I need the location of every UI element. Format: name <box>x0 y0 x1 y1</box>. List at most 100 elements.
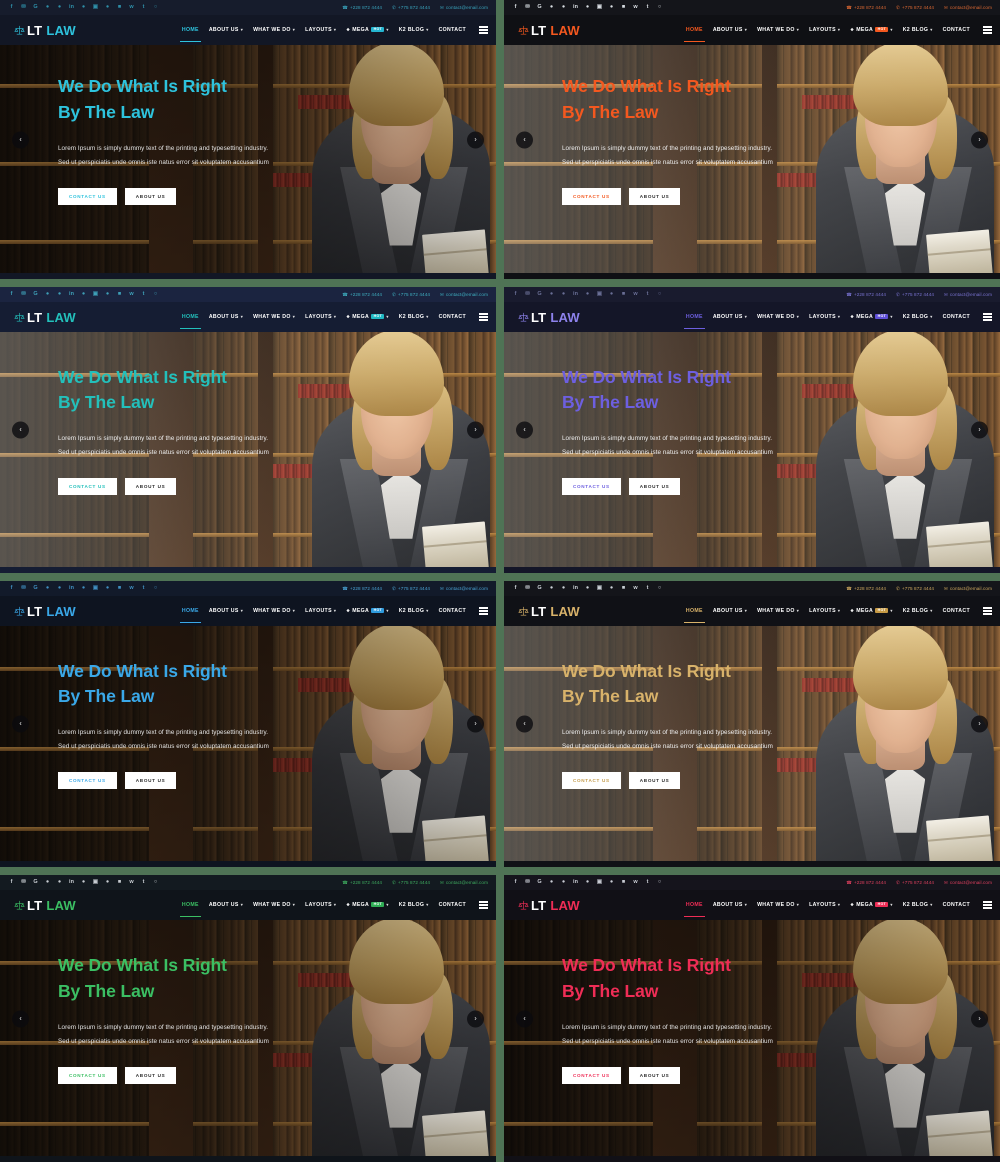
twitter-icon[interactable]: ✉ <box>20 4 27 11</box>
about-us-button[interactable]: ABOUT US <box>124 772 177 790</box>
nav-item-contact[interactable]: CONTACT <box>439 314 466 321</box>
slider-next-arrow[interactable]: › <box>467 1010 484 1027</box>
instagram-icon[interactable]: ▣ <box>92 879 99 886</box>
slider-next-arrow[interactable]: › <box>467 131 484 148</box>
nav-item-contact[interactable]: CONTACT <box>439 608 466 615</box>
nav-item-mega[interactable]: ❖ MEGA HOT ▾ <box>850 27 892 34</box>
facebook-icon[interactable]: f <box>512 4 519 11</box>
site-logo[interactable]: LT LAW <box>14 604 76 619</box>
nav-item-home[interactable]: HOME <box>179 902 201 917</box>
pinterest-icon[interactable]: ● <box>548 4 555 11</box>
tumblr-icon[interactable]: t <box>644 585 651 592</box>
contact-us-button[interactable]: CONTACT US <box>58 1066 117 1084</box>
nav-item-contact[interactable]: CONTACT <box>943 902 970 909</box>
nav-item-what-we-do[interactable]: WHAT WE DO ▾ <box>253 314 295 321</box>
nav-item-mega[interactable]: ❖ MEGA HOT ▾ <box>850 902 892 909</box>
twitter-icon[interactable]: ✉ <box>524 879 531 886</box>
facebook-icon[interactable]: f <box>8 291 15 298</box>
nav-item-contact[interactable]: CONTACT <box>439 902 466 909</box>
nav-item-what-we-do[interactable]: WHAT WE DO ▾ <box>253 608 295 615</box>
linkedin-icon[interactable]: in <box>68 585 75 592</box>
template-preview-v1[interactable]: f ✉ G ● ● in ● ▣ ● ■ w t ○ ☎ +228 872 4444 ✆ +775 872 44… <box>0 0 496 279</box>
nav-item-contact[interactable]: CONTACT <box>943 27 970 34</box>
whatsapp-icon[interactable]: ○ <box>656 879 663 886</box>
mobile-link[interactable]: ✆ +775 872 4444 <box>896 880 934 886</box>
instagram-icon[interactable]: ▣ <box>596 291 603 298</box>
phone-link[interactable]: ☎ +228 872 4444 <box>342 880 382 886</box>
nav-item-about-us[interactable]: ABOUT US ▾ <box>209 902 243 909</box>
google-plus-icon[interactable]: G <box>32 4 39 11</box>
nav-item-k2-blog[interactable]: K2 BLOG ▾ <box>903 902 933 909</box>
dribbble-icon[interactable]: ● <box>56 291 63 298</box>
nav-item-home[interactable]: HOME <box>179 314 201 329</box>
twitter-icon[interactable]: ✉ <box>524 291 531 298</box>
nav-item-about-us[interactable]: ABOUT US ▾ <box>713 608 747 615</box>
linkedin-icon[interactable]: in <box>68 4 75 11</box>
email-link[interactable]: ✉ contact@email.com <box>440 880 488 886</box>
mobile-link[interactable]: ✆ +775 872 4444 <box>392 5 430 11</box>
instagram-icon[interactable]: ▣ <box>596 4 603 11</box>
nav-item-about-us[interactable]: ABOUT US ▾ <box>713 314 747 321</box>
nav-item-k2-blog[interactable]: K2 BLOG ▾ <box>399 27 429 34</box>
nav-item-about-us[interactable]: ABOUT US ▾ <box>713 902 747 909</box>
contact-us-button[interactable]: CONTACT US <box>562 187 621 205</box>
vk-icon[interactable]: w <box>632 879 639 886</box>
whatsapp-icon[interactable]: ○ <box>152 585 159 592</box>
whatsapp-icon[interactable]: ○ <box>656 585 663 592</box>
slider-prev-arrow[interactable]: ‹ <box>12 1010 29 1027</box>
hamburger-menu-icon[interactable] <box>983 26 992 34</box>
nav-item-what-we-do[interactable]: WHAT WE DO ▾ <box>757 27 799 34</box>
site-logo[interactable]: LT LAW <box>518 604 580 619</box>
vk-icon[interactable]: w <box>128 879 135 886</box>
slider-next-arrow[interactable]: › <box>971 421 988 439</box>
about-us-button[interactable]: ABOUT US <box>124 187 177 205</box>
behance-icon[interactable]: ● <box>80 879 87 886</box>
hamburger-menu-icon[interactable] <box>983 607 992 615</box>
email-link[interactable]: ✉ contact@email.com <box>944 880 992 886</box>
template-preview-v7[interactable]: f ✉ G ● ● in ● ▣ ● ■ w t ○ ☎ +228 872 4444 ✆ +775 872 44… <box>0 875 496 1162</box>
phone-link[interactable]: ☎ +228 872 4444 <box>846 880 886 886</box>
mobile-link[interactable]: ✆ +775 872 4444 <box>896 292 934 298</box>
phone-link[interactable]: ☎ +228 872 4444 <box>342 5 382 11</box>
slider-next-arrow[interactable]: › <box>971 1010 988 1027</box>
linkedin-icon[interactable]: in <box>572 291 579 298</box>
behance-icon[interactable]: ● <box>584 4 591 11</box>
nav-item-contact[interactable]: CONTACT <box>943 608 970 615</box>
instagram-icon[interactable]: ▣ <box>92 291 99 298</box>
slider-prev-arrow[interactable]: ‹ <box>12 715 29 733</box>
vk-icon[interactable]: w <box>128 4 135 11</box>
slider-next-arrow[interactable]: › <box>467 715 484 733</box>
vk-icon[interactable]: w <box>632 4 639 11</box>
contact-us-button[interactable]: CONTACT US <box>58 478 117 496</box>
google-plus-icon[interactable]: G <box>536 879 543 886</box>
flickr-icon[interactable]: ● <box>104 4 111 11</box>
whatsapp-icon[interactable]: ○ <box>152 4 159 11</box>
vk-icon[interactable]: w <box>128 291 135 298</box>
email-link[interactable]: ✉ contact@email.com <box>944 292 992 298</box>
template-preview-v4[interactable]: f ✉ G ● ● in ● ▣ ● ■ w t ○ ☎ +228 872 4444 ✆ +775 872 44… <box>504 287 1000 573</box>
linkedin-icon[interactable]: in <box>68 879 75 886</box>
nav-item-k2-blog[interactable]: K2 BLOG ▾ <box>399 314 429 321</box>
tumblr-icon[interactable]: t <box>140 585 147 592</box>
google-plus-icon[interactable]: G <box>32 879 39 886</box>
nav-item-mega[interactable]: ❖ MEGA HOT ▾ <box>346 608 388 615</box>
tumblr-icon[interactable]: t <box>644 291 651 298</box>
pinterest-icon[interactable]: ● <box>44 585 51 592</box>
phone-link[interactable]: ☎ +228 872 4444 <box>342 292 382 298</box>
mobile-link[interactable]: ✆ +775 872 4444 <box>392 586 430 592</box>
tumblr-icon[interactable]: t <box>140 291 147 298</box>
facebook-icon[interactable]: f <box>512 585 519 592</box>
nav-item-home[interactable]: HOME <box>683 314 705 329</box>
rss-icon[interactable]: ■ <box>620 585 627 592</box>
nav-item-what-we-do[interactable]: WHAT WE DO ▾ <box>253 902 295 909</box>
template-preview-v5[interactable]: f ✉ G ● ● in ● ▣ ● ■ w t ○ ☎ +228 872 4444 ✆ +775 872 44… <box>0 581 496 867</box>
tumblr-icon[interactable]: t <box>140 4 147 11</box>
site-logo[interactable]: LT LAW <box>14 23 76 38</box>
twitter-icon[interactable]: ✉ <box>524 4 531 11</box>
rss-icon[interactable]: ■ <box>116 291 123 298</box>
hamburger-menu-icon[interactable] <box>479 607 488 615</box>
email-link[interactable]: ✉ contact@email.com <box>944 5 992 11</box>
slider-prev-arrow[interactable]: ‹ <box>12 131 29 148</box>
dribbble-icon[interactable]: ● <box>560 291 567 298</box>
nav-item-layouts[interactable]: LAYOUTS ▾ <box>305 314 336 321</box>
